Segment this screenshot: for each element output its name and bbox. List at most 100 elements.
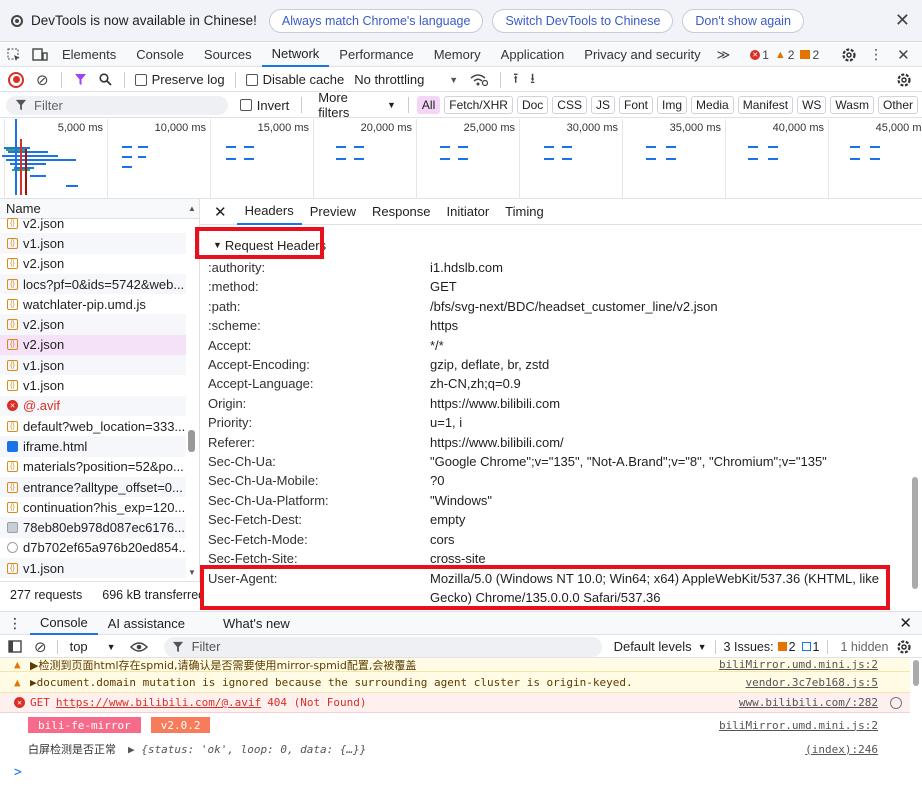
context-select[interactable]: top ▼ bbox=[70, 639, 116, 654]
error-url-link[interactable]: https://www.bilibili.com/@.avif bbox=[56, 696, 261, 709]
record-icon[interactable] bbox=[8, 71, 24, 88]
issues-counter[interactable]: 3 Issues: 2 1 bbox=[724, 640, 820, 654]
log-levels-dropdown[interactable]: Default levels ▼ bbox=[614, 639, 707, 654]
detail-tab-initiator[interactable]: Initiator bbox=[439, 199, 498, 225]
filter-funnel-icon[interactable] bbox=[74, 73, 87, 86]
network-conditions-icon[interactable] bbox=[470, 73, 489, 87]
console-scrollbar[interactable] bbox=[913, 660, 919, 686]
request-row[interactable]: {} v1.json bbox=[0, 233, 186, 254]
filter-chip-css[interactable]: CSS bbox=[552, 96, 587, 114]
network-settings-icon[interactable] bbox=[896, 72, 912, 88]
close-drawer-icon[interactable]: ✕ bbox=[899, 614, 912, 632]
network-globe-icon[interactable] bbox=[890, 696, 902, 709]
tab-performance[interactable]: Performance bbox=[329, 43, 423, 67]
drawer-tab-console[interactable]: Console bbox=[30, 612, 98, 635]
tab-elements[interactable]: Elements bbox=[52, 43, 126, 67]
filter-chip-ws[interactable]: WS bbox=[797, 96, 827, 114]
tab-application[interactable]: Application bbox=[491, 43, 575, 67]
throttling-select[interactable]: No throttling ▼ bbox=[354, 72, 458, 87]
detail-tab-response[interactable]: Response bbox=[364, 199, 439, 225]
info-count[interactable]: 2 bbox=[800, 48, 819, 62]
scroll-down-icon[interactable]: ▼ bbox=[188, 568, 196, 577]
request-row[interactable]: {} locs?pf=0&ids=5742&web... bbox=[0, 273, 186, 295]
search-icon[interactable] bbox=[98, 73, 112, 86]
request-row[interactable]: {} default?web_location=333.... bbox=[0, 416, 186, 436]
request-row[interactable]: {} v2.json bbox=[0, 334, 186, 356]
more-filters-dropdown[interactable]: More filters ▼ bbox=[318, 90, 396, 120]
request-row[interactable]: {} v1.json bbox=[0, 558, 186, 579]
filter-chip-manifest[interactable]: Manifest bbox=[737, 96, 794, 114]
scroll-up-icon[interactable]: ▲ bbox=[188, 204, 196, 213]
source-link[interactable]: biliMirror.umd.mini.js:2 bbox=[719, 658, 878, 671]
filter-chip-fetchxhr[interactable]: Fetch/XHR bbox=[444, 96, 513, 114]
tab-console[interactable]: Console bbox=[126, 43, 194, 67]
close-banner-icon[interactable]: ✕ bbox=[895, 10, 910, 31]
filter-chip-doc[interactable]: Doc bbox=[516, 96, 549, 114]
inspect-element-icon[interactable] bbox=[0, 43, 28, 67]
request-row[interactable]: {} watchlater-pip.umd.js bbox=[0, 294, 186, 314]
invert-checkbox[interactable]: Invert bbox=[239, 98, 289, 113]
request-row[interactable]: ✕ @.avif bbox=[0, 395, 186, 416]
preserve-log-checkbox[interactable]: Preserve log bbox=[134, 72, 225, 87]
request-row[interactable]: {} entrance?alltype_offset=0... bbox=[0, 476, 186, 498]
dont-show-again-button[interactable]: Don't show again bbox=[682, 8, 804, 33]
expandable-object[interactable]: ▶ {status: 'ok', loop: 0, data: {…}} bbox=[128, 743, 366, 756]
filter-chip-js[interactable]: JS bbox=[590, 96, 615, 114]
disable-cache-checkbox[interactable]: Disable cache bbox=[245, 72, 344, 87]
filter-input[interactable]: Filter bbox=[6, 95, 228, 115]
request-row[interactable]: {} v2.json bbox=[0, 314, 186, 335]
close-devtools-icon[interactable]: ✕ bbox=[897, 46, 910, 64]
console-settings-icon[interactable] bbox=[896, 639, 912, 655]
drawer-tab-ai-assistance[interactable]: AI assistance bbox=[98, 612, 195, 635]
detail-scrollbar[interactable] bbox=[912, 477, 918, 589]
settings-gear-icon[interactable] bbox=[841, 47, 857, 63]
live-expression-eye-icon[interactable] bbox=[129, 641, 148, 653]
match-language-button[interactable]: Always match Chrome's language bbox=[268, 8, 484, 33]
drawer-tab-what-s-new[interactable]: What's new bbox=[213, 612, 300, 635]
request-row[interactable]: {} v1.json bbox=[0, 355, 186, 376]
detail-tab-headers[interactable]: Headers bbox=[236, 199, 302, 225]
request-row[interactable]: 78eb80eb978d087ec6176... bbox=[0, 517, 186, 538]
clear-icon[interactable]: ⊘ bbox=[36, 71, 49, 89]
console-error-404[interactable]: ✕ GET https://www.bilibili.com/@.avif 40… bbox=[0, 693, 910, 713]
filter-chip-media[interactable]: Media bbox=[691, 96, 734, 114]
tab-sources[interactable]: Sources bbox=[194, 43, 262, 67]
filter-chip-other[interactable]: Other bbox=[877, 96, 918, 114]
filter-chip-img[interactable]: Img bbox=[657, 96, 688, 114]
warning-count[interactable]: ▲ 2 bbox=[775, 48, 795, 62]
request-row[interactable]: {} materials?position=52&po... bbox=[0, 457, 186, 477]
tab-network[interactable]: Network bbox=[261, 43, 330, 67]
export-har-icon[interactable]: ⭳ bbox=[530, 68, 535, 92]
filter-chip-font[interactable]: Font bbox=[619, 96, 654, 114]
console-warning-domain[interactable]: ▲ ▶document.domain mutation is ignored b… bbox=[0, 672, 910, 693]
more-options-icon[interactable]: ⋮ bbox=[869, 46, 883, 63]
tab-privacy-and-security[interactable]: Privacy and security bbox=[574, 43, 710, 67]
request-row[interactable]: {} continuation?his_exp=120... bbox=[0, 497, 186, 517]
request-row[interactable]: iframe.html bbox=[0, 436, 186, 457]
filter-chip-all[interactable]: All bbox=[416, 96, 441, 114]
detail-tab-preview[interactable]: Preview bbox=[302, 199, 364, 225]
source-link[interactable]: (index):246 bbox=[805, 743, 878, 756]
detail-tab-timing[interactable]: Timing bbox=[497, 199, 552, 225]
console-warning-spmid[interactable]: ▲ ▶检测到页面html存在spmid,请确认是否需要使用mirror-spmi… bbox=[0, 658, 910, 672]
request-row[interactable]: {} v1.json bbox=[0, 375, 186, 395]
request-row[interactable]: {} v2.json bbox=[0, 213, 186, 233]
source-link[interactable]: vendor.3c7eb168.js:5 bbox=[746, 676, 878, 689]
close-detail-icon[interactable]: ✕ bbox=[214, 203, 227, 221]
console-filter-input[interactable]: Filter bbox=[163, 636, 602, 657]
tab-memory[interactable]: Memory bbox=[424, 43, 491, 67]
request-row[interactable]: d7b702ef65a976b20ed854... bbox=[0, 538, 186, 558]
clear-console-icon[interactable]: ⊘ bbox=[34, 638, 47, 656]
drawer-menu-icon[interactable]: ⋮ bbox=[8, 615, 22, 632]
import-har-icon[interactable]: ⭱ bbox=[513, 68, 518, 92]
source-link[interactable]: biliMirror.umd.mini.js:2 bbox=[719, 719, 878, 732]
device-toolbar-icon[interactable] bbox=[28, 43, 52, 67]
filter-chip-wasm[interactable]: Wasm bbox=[830, 96, 874, 114]
sidebar-toggle-icon[interactable] bbox=[8, 640, 22, 653]
error-count[interactable]: ✕ 1 bbox=[750, 48, 769, 62]
request-row[interactable]: {} v2.json bbox=[0, 254, 186, 274]
request-list-scrollbar[interactable] bbox=[188, 430, 195, 452]
source-link[interactable]: www.bilibili.com/:282 bbox=[739, 696, 878, 709]
more-tabs-icon[interactable]: ≫ bbox=[717, 47, 731, 63]
console-prompt[interactable]: > bbox=[0, 762, 910, 782]
